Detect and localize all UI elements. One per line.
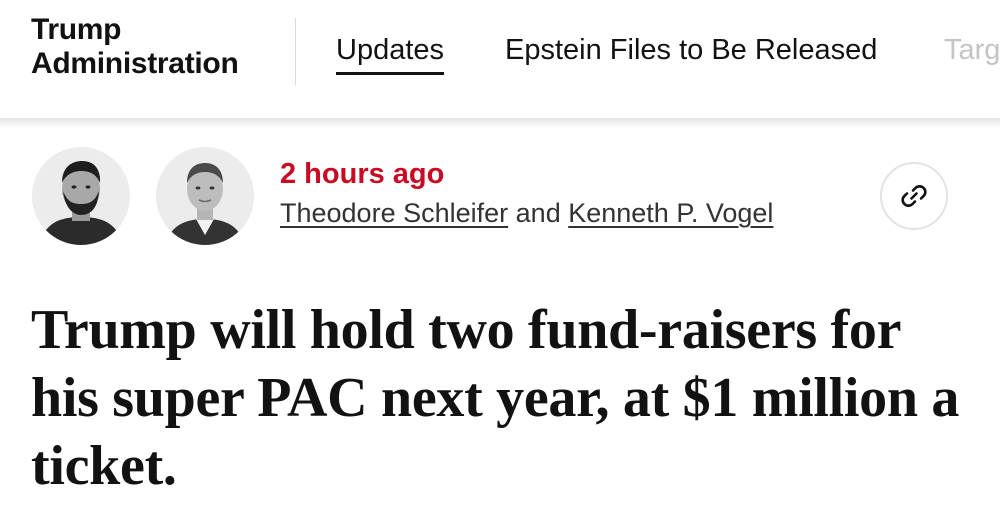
nav-shadow [0, 118, 1000, 128]
nav-divider [295, 18, 296, 85]
author-joiner: and [515, 198, 561, 228]
tab-targ[interactable]: Targ [944, 30, 1000, 70]
top-nav: Trump Administration Updates Epstein Fil… [0, 0, 1000, 118]
tab-updates[interactable]: Updates [336, 30, 445, 75]
section-title-line1: Trump [31, 13, 122, 46]
author-portrait-icon [156, 147, 254, 245]
section-title[interactable]: Trump Administration [31, 13, 239, 81]
tab-epstein-files[interactable]: Epstein Files to Be Released [505, 30, 877, 70]
avatar-theodore-schleifer[interactable] [32, 147, 130, 245]
article-headline: Trump will hold two fund-raisers for his… [31, 299, 960, 497]
timestamp: 2 hours ago [280, 158, 445, 190]
author-portrait-icon [32, 147, 130, 245]
avatar-kenneth-p-vogel[interactable] [156, 147, 254, 245]
byline: Theodore Schleifer and Kenneth P. Vogel [280, 195, 773, 231]
link-icon [901, 184, 927, 208]
author-link-theodore-schleifer[interactable]: Theodore Schleifer [280, 198, 508, 228]
copy-link-button[interactable] [880, 162, 948, 230]
section-title-line2: Administration [31, 47, 239, 80]
author-link-kenneth-p-vogel[interactable]: Kenneth P. Vogel [568, 198, 773, 228]
